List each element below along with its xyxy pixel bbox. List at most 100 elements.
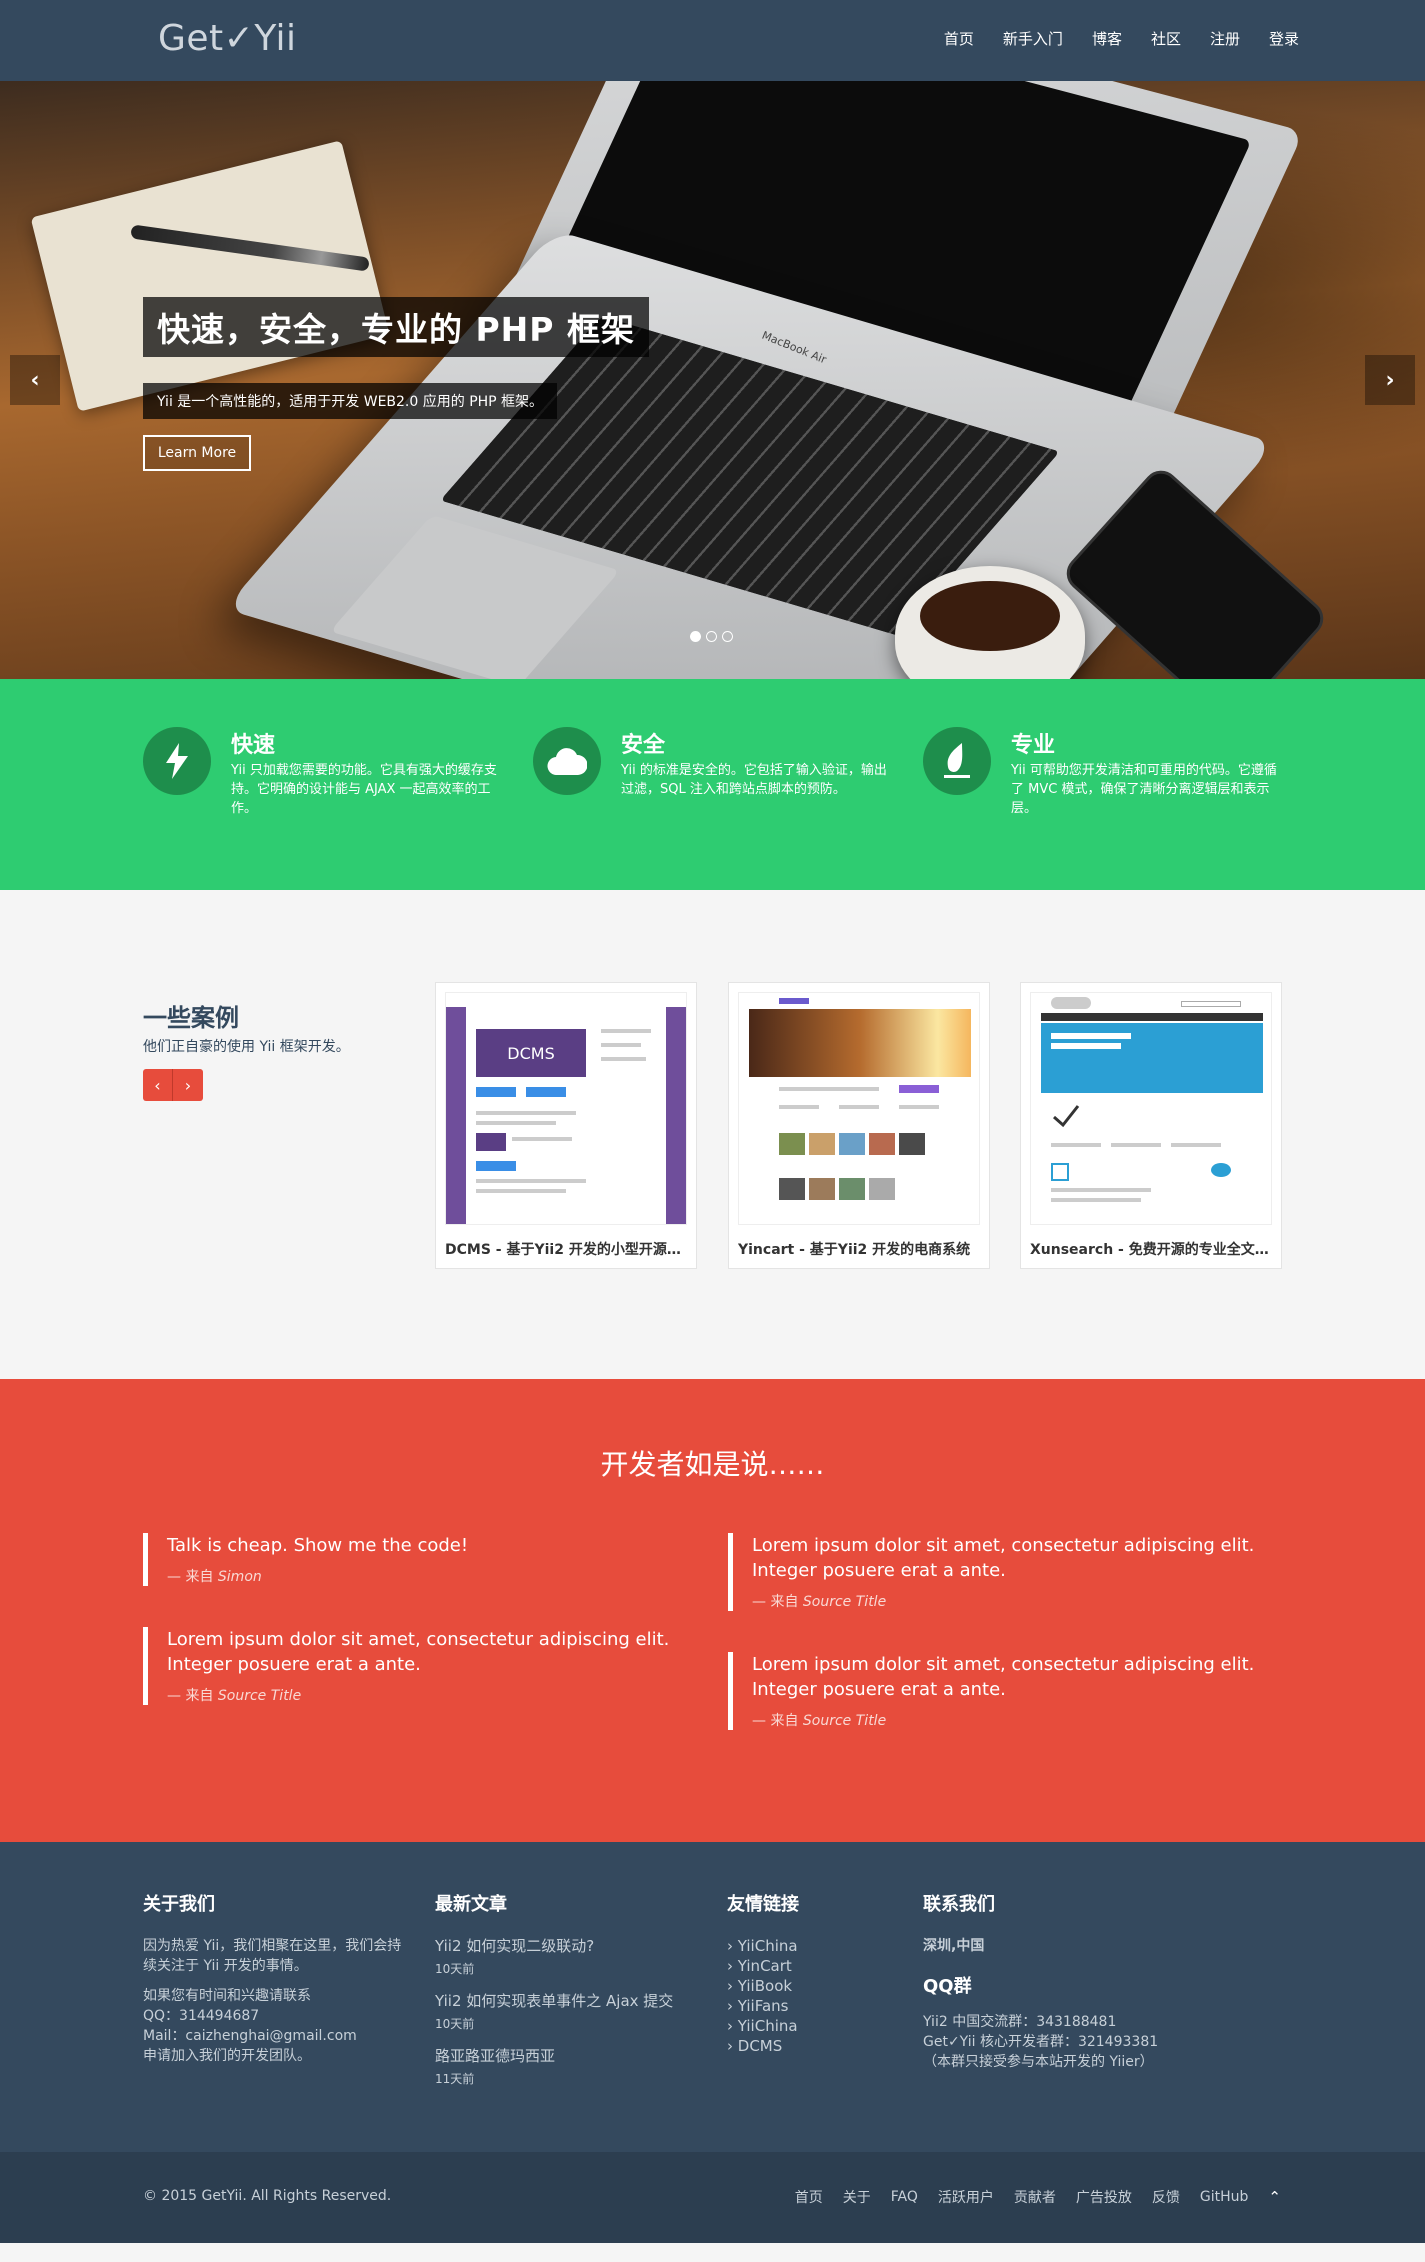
thumb-banner: DCMS: [476, 1029, 586, 1077]
bottom-link-about[interactable]: 关于: [843, 2187, 871, 2207]
feature-text: Yii 可帮助您开发清洁和可重用的代码。它遵循了 MVC 模式，确保了清晰分离逻…: [1011, 763, 1277, 816]
nav-blog[interactable]: 博客: [1092, 28, 1122, 49]
friend-link[interactable]: › YinCart: [727, 1956, 897, 1976]
carousel-next-button[interactable]: ›: [1365, 355, 1415, 405]
cases-prev-button[interactable]: ‹: [143, 1069, 173, 1101]
chevron-left-icon: ‹: [30, 367, 40, 393]
article-date: 10天前: [435, 1962, 475, 1976]
quote-text: Lorem ipsum dolor sit amet, consectetur …: [752, 1654, 1255, 1700]
feature-text: Yii 只加载您需要的功能。它具有强大的缓存支持。它明确的设计能与 AJAX 一…: [231, 763, 497, 816]
hero-title: 快速，安全，专业的 PHP 框架: [157, 310, 635, 349]
case-card-dcms[interactable]: DCMS DCMS - 基于Yii2 开发的小型开源…: [435, 982, 697, 1269]
case-thumbnail: DCMS: [445, 992, 687, 1225]
notebook-image: [30, 140, 390, 412]
cases-title: 一些案例: [143, 1004, 239, 1032]
carousel-indicator[interactable]: [722, 631, 733, 642]
quote-text: Lorem ipsum dolor sit amet, consectetur …: [752, 1535, 1255, 1581]
case-caption: Xunsearch - 免费开源的专业全文…: [1030, 1242, 1269, 1258]
nav-register[interactable]: 注册: [1210, 28, 1240, 49]
coffee-image: [920, 581, 1060, 651]
article-date: 11天前: [435, 2072, 475, 2086]
bottom-link-home[interactable]: 首页: [795, 2187, 823, 2207]
about-join: 申请加入我们的开发团队。: [143, 2048, 311, 2064]
testimonials-section: 开发者如是说…… Talk is cheap. Show me the code…: [0, 1379, 1425, 1842]
carousel-indicator[interactable]: [706, 631, 717, 642]
quote-text: Lorem ipsum dolor sit amet, consectetur …: [167, 1629, 670, 1675]
case-card-yincart[interactable]: Yincart - 基于Yii2 开发的电商系统: [728, 982, 990, 1269]
bottom-links: 首页 关于 FAQ 活跃用户 贡献者 广告投放 反馈 GitHub ⌃: [795, 2187, 1281, 2207]
testimonials-title: 开发者如是说……: [600, 1448, 825, 1481]
cloud-icon: [533, 727, 601, 795]
testimonial-quote: Lorem ipsum dolor sit amet, consectetur …: [728, 1652, 1268, 1730]
article-link[interactable]: 路亚路亚德玛西亚: [435, 2046, 695, 2066]
nav-home[interactable]: 首页: [944, 28, 974, 49]
navbar: Get✓Yii 首页 新手入门 博客 社区 注册 登录: [0, 0, 1425, 81]
case-caption: Yincart - 基于Yii2 开发的电商系统: [738, 1242, 971, 1258]
chevron-left-icon: ‹: [154, 1075, 161, 1095]
quote-footer: — 来自 Source Title: [167, 1688, 302, 1704]
cases-subtitle: 他们正自豪的使用 Yii 框架开发。: [143, 1039, 350, 1055]
contact-city: 深圳,中国: [923, 1938, 985, 1954]
bottom-link-active-users[interactable]: 活跃用户: [938, 2187, 994, 2207]
chevron-right-icon: ›: [1385, 367, 1395, 393]
hero-carousel: MacBook Air 快速，安全，专业的 PHP 框架 Yii 是一个高性能的…: [0, 81, 1425, 679]
hero-title-box: 快速，安全，专业的 PHP 框架: [143, 297, 649, 357]
bottom-link-github[interactable]: GitHub: [1200, 2189, 1249, 2205]
hero-subtitle-box: Yii 是一个高性能的，适用于开发 WEB2.0 应用的 PHP 框架。: [143, 383, 558, 419]
quote-footer: — 来自 Source Title: [752, 1594, 887, 1610]
brand-logo[interactable]: Get✓Yii: [158, 18, 297, 59]
quote-footer: — 来自 Source Title: [752, 1713, 887, 1729]
feature-text: Yii 的标准是安全的。它包括了输入验证，输出过滤，SQL 注入和跨站点脚本的预…: [621, 763, 887, 797]
bottom-link-feedback[interactable]: 反馈: [1152, 2187, 1180, 2207]
testimonial-quote: Talk is cheap. Show me the code! — 来自 Si…: [143, 1533, 673, 1586]
bolt-icon: [143, 727, 211, 795]
feature-title: 专业: [1011, 733, 1056, 758]
quote-source: Source Title: [802, 1594, 887, 1610]
feature-title: 安全: [621, 733, 666, 758]
friend-link[interactable]: › YiiChina: [727, 2016, 897, 2036]
testimonial-quote: Lorem ipsum dolor sit amet, consectetur …: [728, 1533, 1268, 1611]
case-card-xunsearch[interactable]: Xunsearch - 免费开源的专业全文…: [1020, 982, 1282, 1269]
quote-footer: — 来自 Simon: [167, 1569, 262, 1585]
cases-section: 一些案例 他们正自豪的使用 Yii 框架开发。 ‹ › DCMS DCMS - …: [0, 890, 1425, 1379]
case-thumbnail: [738, 992, 980, 1225]
about-text: 因为热爱 Yii，我们相聚在这里，我们会持续关注于 Yii 开发的事情。: [143, 1938, 402, 1974]
carousel-indicator[interactable]: [690, 631, 701, 642]
bottom-link-faq[interactable]: FAQ: [891, 2189, 918, 2205]
copyright-text: © 2015 GetYii. All Rights Reserved.: [143, 2188, 392, 2204]
page-bottom: [0, 2243, 1425, 2262]
bottom-link-ads[interactable]: 广告投放: [1076, 2187, 1132, 2207]
quote-source: Source Title: [802, 1713, 887, 1729]
friend-link[interactable]: › YiiChina: [727, 1936, 897, 1956]
chevron-up-icon[interactable]: ⌃: [1268, 2188, 1281, 2206]
learn-more-button[interactable]: Learn More: [143, 435, 251, 471]
footer: 关于我们 因为热爱 Yii，我们相聚在这里，我们会持续关注于 Yii 开发的事情…: [0, 1842, 1425, 2152]
quote-source: Simon: [217, 1569, 262, 1585]
testimonial-quote: Lorem ipsum dolor sit amet, consectetur …: [143, 1627, 683, 1705]
footer-contact: 联系我们 深圳,中国 QQ群 Yii2 中国交流群：343188481 Get✓…: [923, 1890, 1183, 2072]
case-caption: DCMS - 基于Yii2 开发的小型开源…: [445, 1242, 681, 1258]
friend-link[interactable]: › YiiFans: [727, 1996, 897, 2016]
footer-about: 关于我们 因为热爱 Yii，我们相聚在这里，我们会持续关注于 Yii 开发的事情…: [143, 1890, 413, 2066]
footer-heading: 联系我们: [923, 1894, 995, 1915]
article-link[interactable]: Yii2 如何实现表单事件之 Ajax 提交: [435, 1991, 695, 2011]
article-link[interactable]: Yii2 如何实现二级联动?: [435, 1936, 695, 1956]
about-contact-text: 如果您有时间和兴趣请联系: [143, 1988, 311, 2004]
carousel-prev-button[interactable]: ‹: [10, 355, 60, 405]
features-section: 快速 Yii 只加载您需要的功能。它具有强大的缓存支持。它明确的设计能与 AJA…: [0, 679, 1425, 890]
footer-heading: 关于我们: [143, 1894, 215, 1915]
nav-getting-started[interactable]: 新手入门: [1003, 28, 1063, 49]
bottom-bar: © 2015 GetYii. All Rights Reserved. 首页 关…: [0, 2152, 1425, 2243]
footer-heading: 友情链接: [727, 1894, 799, 1915]
friend-link[interactable]: › YiiBook: [727, 1976, 897, 1996]
friend-link[interactable]: › DCMS: [727, 2036, 897, 2056]
nav-login[interactable]: 登录: [1269, 28, 1299, 49]
nav-community[interactable]: 社区: [1151, 28, 1181, 49]
about-mail[interactable]: Mail：caizhenghai@gmail.com: [143, 2026, 413, 2046]
quote-text: Talk is cheap. Show me the code!: [167, 1535, 469, 1556]
quote-source: Source Title: [217, 1688, 302, 1704]
cases-next-button[interactable]: ›: [173, 1069, 203, 1101]
feature-title: 快速: [231, 733, 276, 758]
chevron-right-icon: ›: [184, 1075, 192, 1095]
bottom-link-contributors[interactable]: 贡献者: [1014, 2187, 1056, 2207]
